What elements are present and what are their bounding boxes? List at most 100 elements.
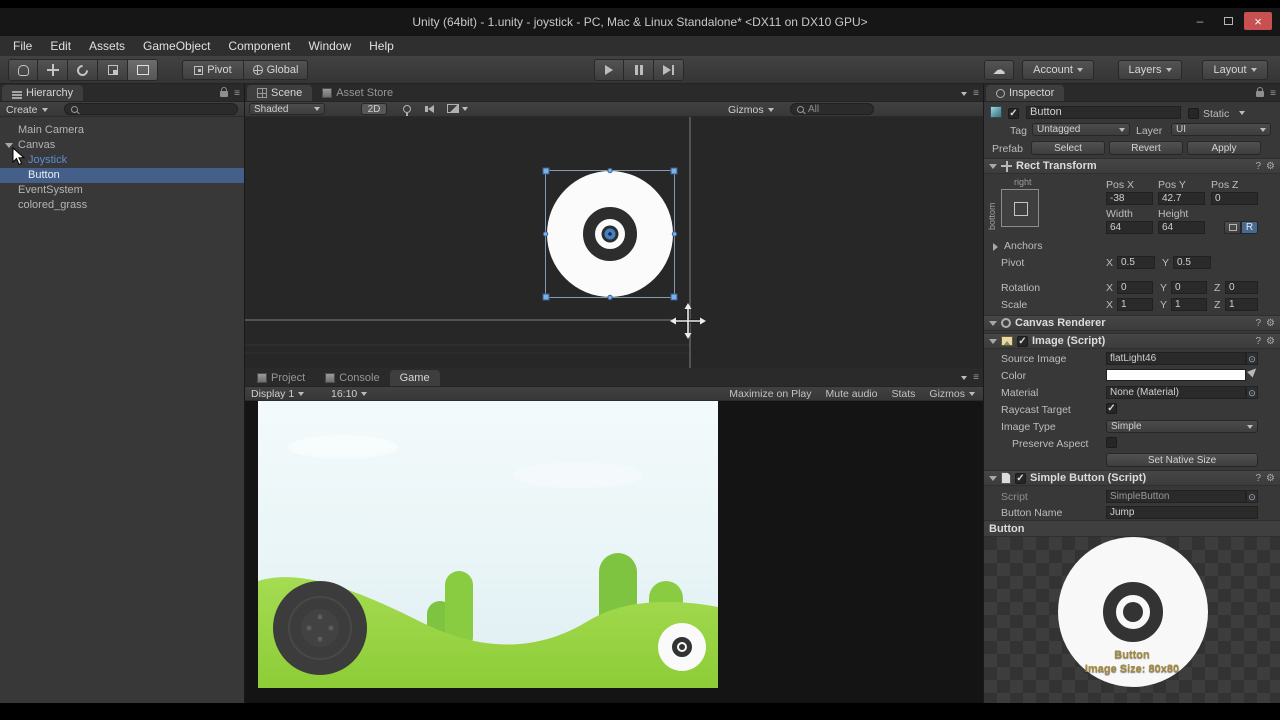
preview-header[interactable]: Button [984,520,1280,537]
tab-game[interactable]: Game [389,370,440,386]
static-dropdown[interactable] [1239,111,1245,115]
rect-transform-header[interactable]: Rect Transform ? ⚙ [984,158,1280,174]
blueprint-mode-button[interactable] [1224,221,1241,234]
tab-asset-store[interactable]: Asset Store [312,85,403,101]
width-field[interactable]: 64 [1106,221,1153,234]
preserve-aspect-checkbox[interactable] [1106,437,1117,448]
scale-y-field[interactable]: 1 [1171,298,1207,311]
game-gizmos-dropdown[interactable]: Gizmos [929,388,975,400]
layer-dropdown[interactable]: UI [1171,123,1271,136]
menu-file[interactable]: File [4,37,41,55]
lock-icon[interactable] [1256,86,1265,97]
hierarchy-item-colored-grass[interactable]: colored_grass [0,198,244,213]
lighting-toggle-button[interactable] [403,104,411,116]
hierarchy-item-joystick[interactable]: Joystick [0,153,244,168]
help-icon[interactable]: ? [1255,161,1261,172]
source-image-field[interactable]: flatLight46 [1106,352,1246,365]
chevron-down-icon[interactable] [961,91,968,96]
panel-menu-icon[interactable]: ≡ [973,88,979,99]
step-button[interactable] [654,59,684,81]
tab-hierarchy[interactable]: Hierarchy [2,85,84,101]
panel-menu-icon[interactable]: ≡ [1270,88,1276,99]
jump-button[interactable] [658,623,706,671]
close-button[interactable]: × [1244,12,1272,30]
maximize-on-play-toggle[interactable]: Maximize on Play [729,388,811,400]
menu-gameobject[interactable]: GameObject [134,37,219,55]
move-gizmo[interactable] [670,303,706,339]
object-picker-icon[interactable]: ⊙ [1246,490,1258,503]
hand-tool-button[interactable] [8,59,38,81]
help-icon[interactable]: ? [1255,336,1261,347]
raw-edit-mode-button[interactable]: R [1241,221,1258,234]
account-dropdown[interactable]: Account [1022,60,1094,80]
menu-assets[interactable]: Assets [80,37,134,55]
gear-icon[interactable]: ⚙ [1266,336,1275,347]
script-enabled-checkbox[interactable]: ✓ [1015,472,1026,484]
script-field[interactable]: SimpleButton [1106,490,1246,503]
menu-window[interactable]: Window [299,37,360,55]
pivot-toggle-button[interactable]: Pivot [182,60,244,80]
anchors-label[interactable]: Anchors [1004,240,1043,252]
pos-y-field[interactable]: 42.7 [1158,192,1205,205]
mute-audio-toggle[interactable]: Mute audio [826,388,878,400]
raycast-target-checkbox[interactable]: ✓ [1106,403,1117,414]
scene-search-input[interactable]: All [790,103,874,115]
panel-menu-icon[interactable]: ≡ [234,88,240,99]
rotation-x-field[interactable]: 0 [1117,281,1153,294]
color-swatch[interactable] [1106,369,1246,381]
foldout-icon[interactable] [989,320,997,326]
gear-icon[interactable]: ⚙ [1266,318,1275,329]
maximize-button[interactable] [1214,12,1242,30]
menu-help[interactable]: Help [360,37,403,55]
foldout-icon[interactable] [989,475,997,481]
menu-edit[interactable]: Edit [41,37,80,55]
hierarchy-item-canvas[interactable]: Canvas [0,138,244,153]
foldout-icon[interactable] [989,338,997,344]
hierarchy-item-eventsystem[interactable]: EventSystem [0,183,244,198]
tab-inspector[interactable]: Inspector [986,85,1065,101]
lock-icon[interactable] [220,86,229,97]
anchors-foldout-icon[interactable] [993,243,998,251]
2d-toggle-button[interactable]: 2D [361,103,387,115]
move-tool-button[interactable] [38,59,68,81]
anchor-preset-widget[interactable] [1001,189,1039,227]
simple-button-header[interactable]: ✓ Simple Button (Script) ? ⚙ [984,470,1280,486]
rotate-tool-button[interactable] [68,59,98,81]
rotation-z-field[interactable]: 0 [1225,281,1258,294]
minimize-button[interactable]: – [1186,12,1214,30]
image-enabled-checkbox[interactable]: ✓ [1017,335,1028,347]
material-field[interactable]: None (Material) [1106,386,1246,399]
display-dropdown[interactable]: Display 1 [251,388,305,400]
prefab-revert-button[interactable]: Revert [1109,141,1183,155]
eyedropper-icon[interactable] [1246,365,1260,379]
cloud-button[interactable]: ☁ [984,60,1014,80]
hierarchy-item-main-camera[interactable]: Main Camera [0,123,244,138]
image-component-header[interactable]: ✓ Image (Script) ? ⚙ [984,333,1280,349]
pos-x-field[interactable]: -38 [1106,192,1153,205]
play-button[interactable] [594,59,624,81]
global-toggle-button[interactable]: Global [244,60,308,80]
gameobject-enabled-checkbox[interactable]: ✓ [1008,108,1019,119]
height-field[interactable]: 64 [1158,221,1205,234]
static-checkbox[interactable] [1188,108,1199,119]
pivot-x-field[interactable]: 0.5 [1117,256,1155,269]
panel-menu-icon[interactable]: ≡ [973,372,979,383]
gear-icon[interactable]: ⚙ [1266,161,1275,172]
scale-z-field[interactable]: 1 [1225,298,1258,311]
set-native-size-button[interactable]: Set Native Size [1106,453,1258,467]
object-picker-icon[interactable]: ⊙ [1246,352,1258,365]
pos-z-field[interactable]: 0 [1211,192,1258,205]
layout-dropdown[interactable]: Layout [1202,60,1268,80]
tab-console[interactable]: Console [315,370,389,386]
stats-toggle[interactable]: Stats [891,388,915,400]
create-dropdown[interactable]: Create [6,104,48,116]
button-sprite[interactable] [547,171,673,297]
rotation-y-field[interactable]: 0 [1171,281,1207,294]
audio-toggle-button[interactable] [425,104,438,117]
canvas-renderer-header[interactable]: Canvas Renderer ? ⚙ [984,315,1280,331]
foldout-icon[interactable] [989,163,997,169]
hierarchy-search-input[interactable] [64,103,238,115]
effects-dropdown[interactable] [447,104,468,113]
prefab-apply-button[interactable]: Apply [1187,141,1261,155]
hierarchy-item-button[interactable]: Button [0,168,244,183]
